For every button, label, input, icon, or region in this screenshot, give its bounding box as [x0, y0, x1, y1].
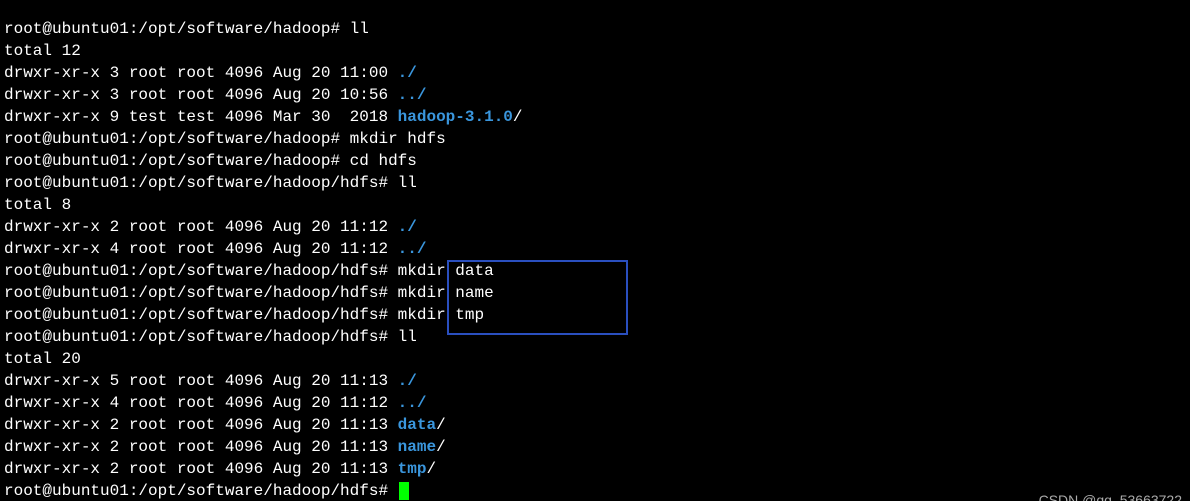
- line-total: total 20: [4, 350, 81, 368]
- line-prompt: root@ubuntu01:/opt/software/hadoop# ll: [4, 20, 369, 38]
- command: mkdir data: [398, 262, 494, 280]
- line-listing: drwxr-xr-x 4 root root 4096 Aug 20 11:12…: [4, 240, 426, 258]
- watermark: CSDN @qq_53663722: [1039, 489, 1182, 501]
- prompt: root@ubuntu01:/opt/software/hadoop/hdfs#: [4, 482, 398, 500]
- dir-tmp: tmp: [398, 460, 427, 478]
- dir-dotdot: ../: [398, 86, 427, 104]
- line-listing: drwxr-xr-x 2 root root 4096 Aug 20 11:13…: [4, 438, 446, 456]
- line-listing: drwxr-xr-x 9 test test 4096 Mar 30 2018 …: [4, 108, 523, 126]
- dir-data: data: [398, 416, 436, 434]
- prompt: root@ubuntu01:/opt/software/hadoop/hdfs#: [4, 306, 398, 324]
- prompt: root@ubuntu01:/opt/software/hadoop/hdfs#: [4, 284, 398, 302]
- dir-dotdot: ../: [398, 394, 427, 412]
- command: ll: [398, 328, 417, 346]
- cursor-icon: [399, 482, 409, 500]
- dir-dot: ./: [398, 372, 417, 390]
- line-prompt: root@ubuntu01:/opt/software/hadoop/hdfs#: [4, 482, 409, 500]
- dir-dot: ./: [398, 64, 417, 82]
- prompt: root@ubuntu01:/opt/software/hadoop#: [4, 130, 350, 148]
- prompt: root@ubuntu01:/opt/software/hadoop#: [4, 20, 350, 38]
- line-listing: drwxr-xr-x 5 root root 4096 Aug 20 11:13…: [4, 372, 417, 390]
- line-prompt: root@ubuntu01:/opt/software/hadoop/hdfs#…: [4, 262, 494, 280]
- line-listing: drwxr-xr-x 4 root root 4096 Aug 20 11:12…: [4, 394, 426, 412]
- prompt: root@ubuntu01:/opt/software/hadoop#: [4, 152, 350, 170]
- line-listing: drwxr-xr-x 3 root root 4096 Aug 20 11:00…: [4, 64, 417, 82]
- prompt: root@ubuntu01:/opt/software/hadoop/hdfs#: [4, 328, 398, 346]
- line-listing: drwxr-xr-x 3 root root 4096 Aug 20 10:56…: [4, 86, 426, 104]
- dir-hadoop: hadoop-3.1.0: [398, 108, 513, 126]
- line-prompt: root@ubuntu01:/opt/software/hadoop/hdfs#…: [4, 328, 417, 346]
- line-listing: drwxr-xr-x 2 root root 4096 Aug 20 11:12…: [4, 218, 417, 236]
- command: mkdir name: [398, 284, 494, 302]
- line-prompt: root@ubuntu01:/opt/software/hadoop/hdfs#…: [4, 174, 417, 192]
- line-listing: drwxr-xr-x 2 root root 4096 Aug 20 11:13…: [4, 416, 446, 434]
- prompt: root@ubuntu01:/opt/software/hadoop/hdfs#: [4, 262, 398, 280]
- terminal[interactable]: root@ubuntu01:/opt/software/hadoop# ll t…: [0, 16, 1190, 501]
- dir-dotdot: ../: [398, 240, 427, 258]
- line-prompt: root@ubuntu01:/opt/software/hadoop# cd h…: [4, 152, 417, 170]
- command: mkdir tmp: [398, 306, 484, 324]
- line-total: total 8: [4, 196, 71, 214]
- dir-dot: ./: [398, 218, 417, 236]
- line-prompt: root@ubuntu01:/opt/software/hadoop/hdfs#…: [4, 284, 494, 302]
- dir-name: name: [398, 438, 436, 456]
- command: ll: [350, 20, 369, 38]
- command: mkdir hdfs: [350, 130, 446, 148]
- line-listing: drwxr-xr-x 2 root root 4096 Aug 20 11:13…: [4, 460, 436, 478]
- line-total: total 12: [4, 42, 81, 60]
- line-prompt: root@ubuntu01:/opt/software/hadoop# mkdi…: [4, 130, 446, 148]
- line-prompt: root@ubuntu01:/opt/software/hadoop/hdfs#…: [4, 306, 484, 324]
- prompt: root@ubuntu01:/opt/software/hadoop/hdfs#: [4, 174, 398, 192]
- command: ll: [398, 174, 417, 192]
- command: cd hdfs: [350, 152, 417, 170]
